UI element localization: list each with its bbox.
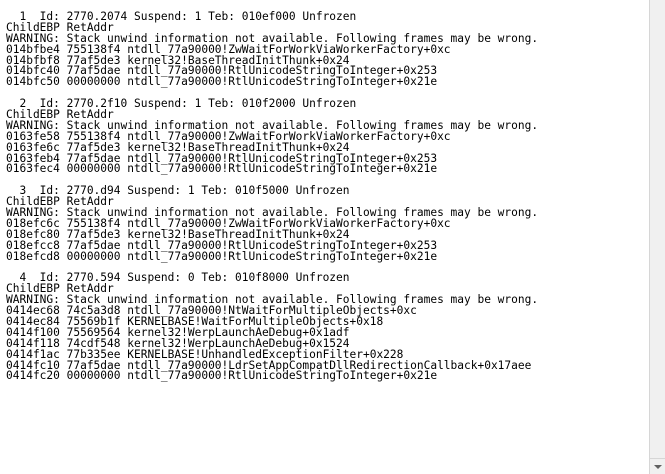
thread-stack-block: 4 Id: 2770.594 Suspend: 0 Teb: 010f8000 … xyxy=(6,272,646,383)
stack-frame-line: 014bfc50 00000000 ntdll_77a90000!RtlUnic… xyxy=(6,75,438,89)
thread-stack-block: 3 Id: 2770.d94 Suspend: 1 Teb: 010f5000 … xyxy=(6,185,646,263)
vertical-scrollbar[interactable] xyxy=(649,0,665,474)
thread-stack-block: 1 Id: 2770.2074 Suspend: 1 Teb: 010ef000… xyxy=(6,11,646,89)
stack-frame-line: 018efcd8 00000000 ntdll_77a90000!RtlUnic… xyxy=(6,249,438,263)
stack-frame-line: 0414fc20 00000000 ntdll_77a90000!RtlUnic… xyxy=(6,369,438,383)
thread-stack-block: 2 Id: 2770.2f10 Suspend: 1 Teb: 010f2000… xyxy=(6,98,646,176)
stack-trace-output: 1 Id: 2770.2074 Suspend: 1 Teb: 010ef000… xyxy=(6,11,646,393)
debugger-output-window: 1 Id: 2770.2074 Suspend: 1 Teb: 010ef000… xyxy=(0,0,665,474)
scroll-down-arrow-icon[interactable] xyxy=(650,458,665,474)
stack-frame-line: 0163fec4 00000000 ntdll_77a90000!RtlUnic… xyxy=(6,162,438,176)
